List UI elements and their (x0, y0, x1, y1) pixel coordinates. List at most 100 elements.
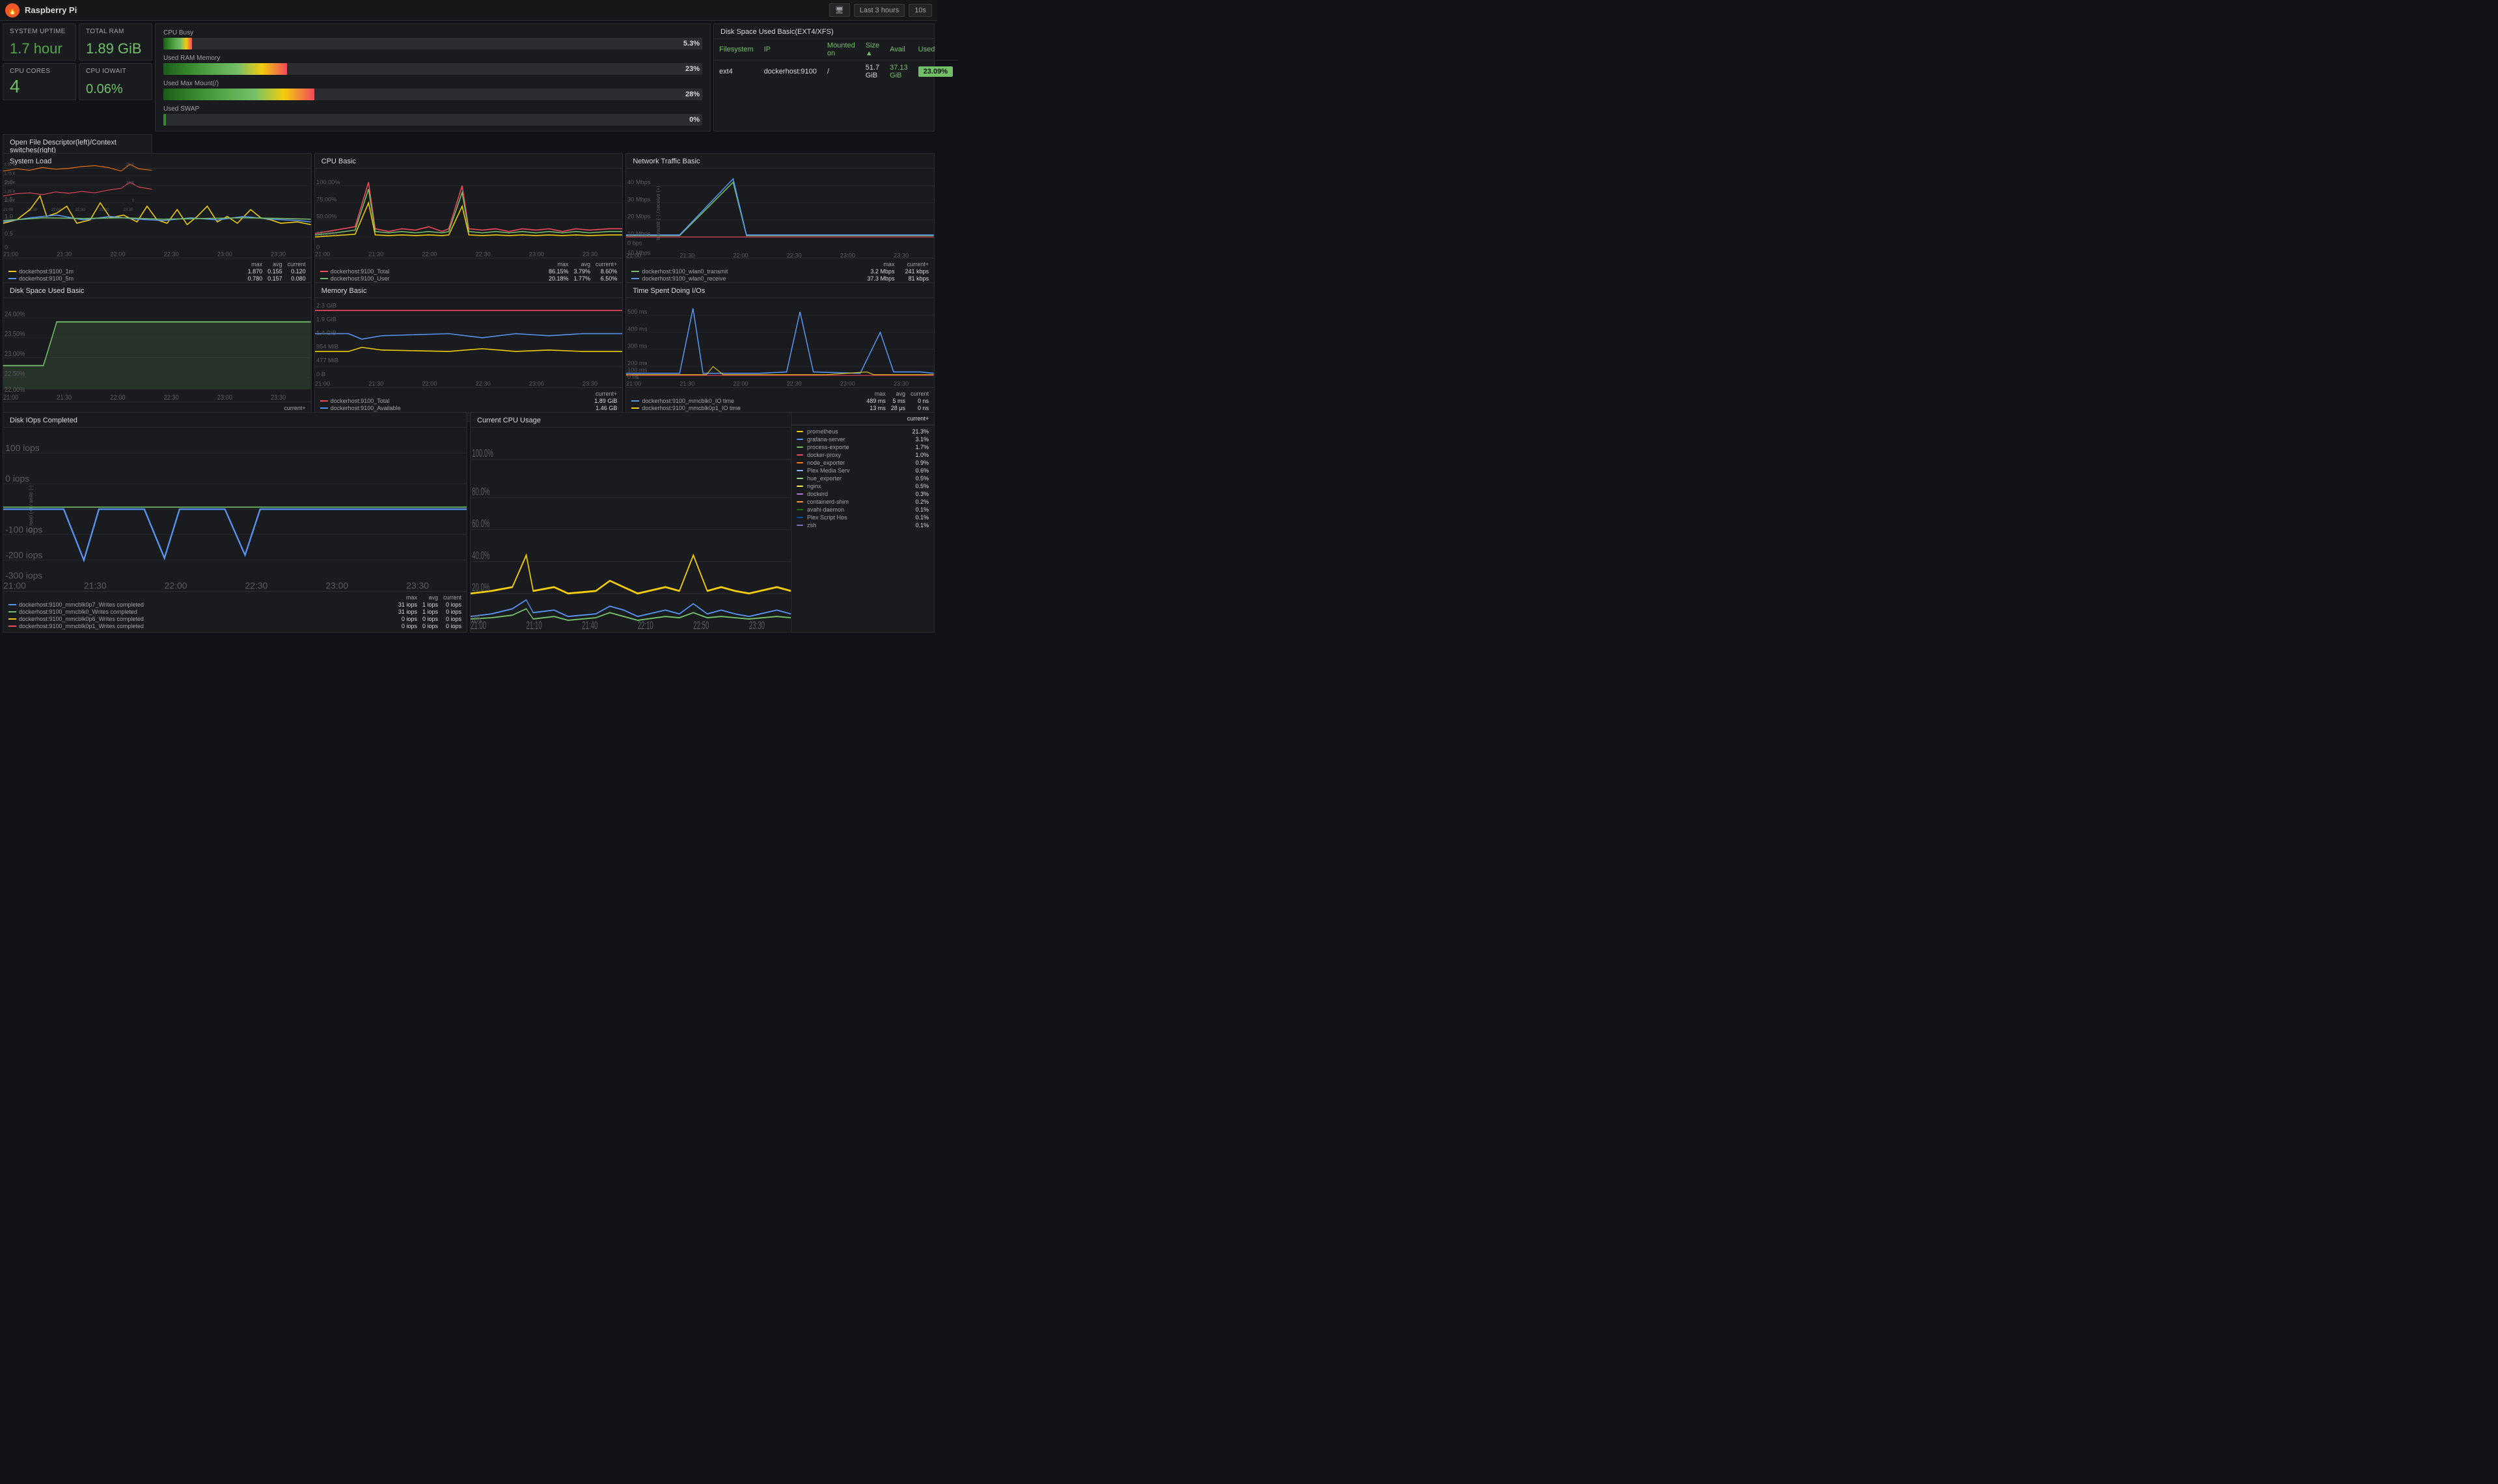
svg-text:21:30: 21:30 (84, 580, 107, 590)
dashboard-title: Raspberry Pi (25, 5, 829, 15)
app-logo: 🔥 (5, 3, 20, 18)
cpu-cores-value: 4 (10, 77, 69, 96)
time-io-chart: 500 ms 400 ms 300 ms 200 ms 100 ms 0 ns … (626, 298, 934, 387)
cpu-process-pct: 1.7% (909, 444, 929, 450)
network-traffic-title: Network Traffic Basic (626, 154, 934, 169)
svg-text:23:00: 23:00 (217, 394, 232, 401)
cpu-usage-row: prometheus 21.3% (797, 428, 929, 435)
svg-text:954 MiB: 954 MiB (316, 344, 338, 350)
svg-text:22.50%: 22.50% (5, 370, 25, 378)
svg-text:22:00: 22:00 (734, 252, 748, 257)
cpu-color-indicator (797, 525, 803, 526)
row2: System Load 2.0 1.5 1.0 0.5 (3, 153, 935, 280)
cpu-process-name: node_exporter (807, 460, 905, 466)
cpu-color-indicator (797, 517, 803, 518)
svg-text:22:30: 22:30 (787, 380, 802, 387)
col-ip: IP (759, 39, 822, 61)
cpu-usage-list: prometheus 21.3% grafana-server 3.1% pro… (791, 425, 934, 529)
cpu-process-name: docker-proxy (807, 452, 905, 458)
svg-text:0 B: 0 B (316, 371, 325, 378)
td-size: 51.7 GiB (860, 61, 885, 83)
cpu-usage-row: zsh 0.1% (797, 522, 929, 529)
disk-iops-title: Disk IOps Completed (3, 413, 467, 428)
td-ip: dockerhost:9100 (759, 61, 822, 83)
td-avail: 37.13 GiB (885, 61, 913, 83)
svg-text:22:30: 22:30 (245, 580, 268, 590)
monitor-btn[interactable]: 🖥 (829, 3, 850, 17)
cpu-color-indicator (797, 486, 803, 487)
svg-text:200 ms: 200 ms (627, 360, 648, 366)
cpu-color-indicator (797, 509, 803, 510)
cpu-process-name: Plex Script Hos (807, 514, 905, 521)
svg-text:21:10: 21:10 (527, 620, 542, 632)
svg-text:50.00%: 50.00% (316, 213, 336, 220)
svg-text:21:00: 21:00 (315, 251, 330, 257)
current-cpu-usage-chart: 100.0% 80.0% 60.0% 40.0% 20.0% 0% 21:00 … (471, 428, 791, 632)
current-cpu-usage-panel: Current CPU Usage 100.0% 80.0% (470, 412, 935, 633)
svg-text:21:30: 21:30 (368, 251, 383, 257)
topnav: 🔥 Raspberry Pi 🖥 Last 3 hours 10s (0, 0, 937, 21)
main-content: System Uptime 1.7 hour Total RAM 1.89 Gi… (0, 21, 937, 564)
gauge-panel: CPU Busy 5.3% Used RAM Memory 23% (155, 23, 711, 131)
network-traffic-chart: transmit (-) / receive (+) 40 Mbps 30 Mb… (626, 169, 934, 258)
svg-text:0: 0 (5, 244, 8, 251)
svg-text:20 K: 20 K (126, 162, 135, 167)
svg-text:30 Mbps: 30 Mbps (627, 196, 651, 202)
svg-text:0 ns: 0 ns (627, 374, 639, 380)
svg-text:100 iops: 100 iops (5, 443, 40, 453)
svg-text:21:00: 21:00 (3, 394, 18, 401)
svg-text:0 bps: 0 bps (627, 240, 642, 247)
stat-cpu-iowait: CPU IOwait 0.06% (79, 63, 152, 100)
refresh-btn[interactable]: 10s (909, 4, 932, 17)
memory-basic-chart: 2.3 GiB 1.9 GiB 1.4 GiB 954 MiB 477 MiB … (315, 298, 623, 387)
svg-text:22:00: 22:00 (422, 251, 437, 257)
cpu-usage-row: Plex Script Hos 0.1% (797, 514, 929, 521)
cpu-process-name: avahi-daemon (807, 506, 905, 513)
current-cpu-usage-title: Current CPU Usage (471, 413, 791, 428)
svg-text:2.00 K: 2.00 K (4, 162, 16, 167)
svg-text:23:00: 23:00 (217, 251, 232, 257)
gauge-ram: Used RAM Memory 23% (163, 55, 702, 75)
svg-text:22:30: 22:30 (164, 394, 179, 401)
svg-text:21:00: 21:00 (626, 252, 641, 257)
cpu-process-name: zsh (807, 522, 905, 529)
gauge-swap-label: Used SWAP (163, 105, 702, 113)
svg-text:477 MiB: 477 MiB (316, 357, 338, 364)
time-range-btn[interactable]: Last 3 hours (854, 4, 905, 17)
svg-text:21:30: 21:30 (368, 380, 383, 387)
svg-text:300 ms: 300 ms (627, 343, 648, 350)
cpu-process-pct: 0.9% (909, 460, 929, 466)
svg-text:22:00: 22:00 (110, 394, 125, 401)
gauge-mount: Used Max Mount(/) 28% (163, 80, 702, 100)
col-avail: Avail (885, 39, 913, 61)
disk-table-title: Disk Space Used Basic(EXT4/XFS) (714, 24, 934, 39)
row1: System Uptime 1.7 hour Total RAM 1.89 Gi… (3, 23, 935, 150)
cpu-basic-chart: 100.00% 75.00% 50.00% 25.00% 0 21:00 21:… (315, 169, 623, 258)
cpu-iowait-label: CPU IOwait (86, 68, 145, 75)
cpu-process-pct: 0.5% (909, 483, 929, 489)
td-used: 23.09% (913, 61, 958, 83)
gauge-mount-label: Used Max Mount(/) (163, 80, 702, 87)
cpu-process-pct: 0.1% (909, 506, 929, 513)
cpu-color-indicator (797, 501, 803, 502)
cpu-process-name: prometheus (807, 428, 905, 435)
svg-text:1.4 GiB: 1.4 GiB (316, 330, 336, 337)
cpu-process-name: grafana-server (807, 436, 905, 443)
svg-text:21:00: 21:00 (626, 380, 641, 387)
svg-text:22:30: 22:30 (475, 380, 490, 387)
cpu-process-pct: 0.1% (909, 514, 929, 521)
cpu-process-name: containerd-shim (807, 499, 905, 505)
cpu-cores-label: CPU Cores (10, 68, 69, 75)
cpu-usage-current-header: current+ (791, 413, 934, 425)
svg-text:23.50%: 23.50% (5, 331, 25, 338)
svg-text:21:30: 21:30 (57, 394, 72, 401)
disk-table: Filesystem IP Mounted on Size ▲ Avail Us… (714, 39, 958, 83)
cpu-color-indicator (797, 431, 803, 432)
svg-text:21:40: 21:40 (582, 620, 597, 632)
col-used: Used (913, 39, 958, 61)
disk-iops-legend: max avg current dockerhost:9100_mmcblk0p… (3, 591, 467, 632)
svg-text:100.0%: 100.0% (472, 447, 493, 460)
cpu-color-indicator (797, 493, 803, 495)
td-filesystem: ext4 (714, 61, 759, 83)
topnav-actions: 🖥 Last 3 hours 10s (829, 3, 932, 17)
